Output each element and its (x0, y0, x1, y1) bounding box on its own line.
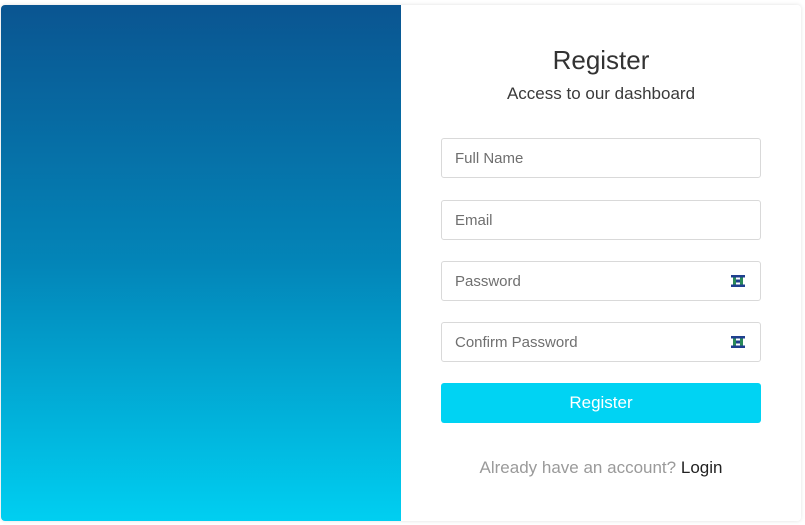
register-form-panel: Register Access to our dashboard Full Na… (401, 5, 801, 521)
login-link[interactable]: Login (681, 458, 723, 477)
email-input[interactable] (442, 201, 760, 239)
eye-icon[interactable] (730, 274, 746, 288)
password-input[interactable] (442, 262, 760, 300)
gradient-side-panel (1, 5, 401, 521)
eye-icon[interactable] (730, 335, 746, 349)
password-field-wrapper (441, 261, 761, 301)
confirm-password-input[interactable] (442, 323, 760, 361)
register-card: Register Access to our dashboard Full Na… (1, 5, 801, 521)
login-prompt: Already have an account? Login (401, 458, 801, 478)
register-button[interactable]: Register (441, 383, 761, 423)
page-title: Register (552, 45, 650, 75)
full-name-input[interactable] (442, 139, 760, 177)
email-field-wrapper (441, 200, 761, 240)
confirm-password-field-wrapper (441, 322, 761, 362)
full-name-field-wrapper (441, 138, 761, 178)
login-prompt-text: Already have an account? (479, 458, 677, 477)
page-subtitle: Access to our dashboard (506, 84, 696, 103)
